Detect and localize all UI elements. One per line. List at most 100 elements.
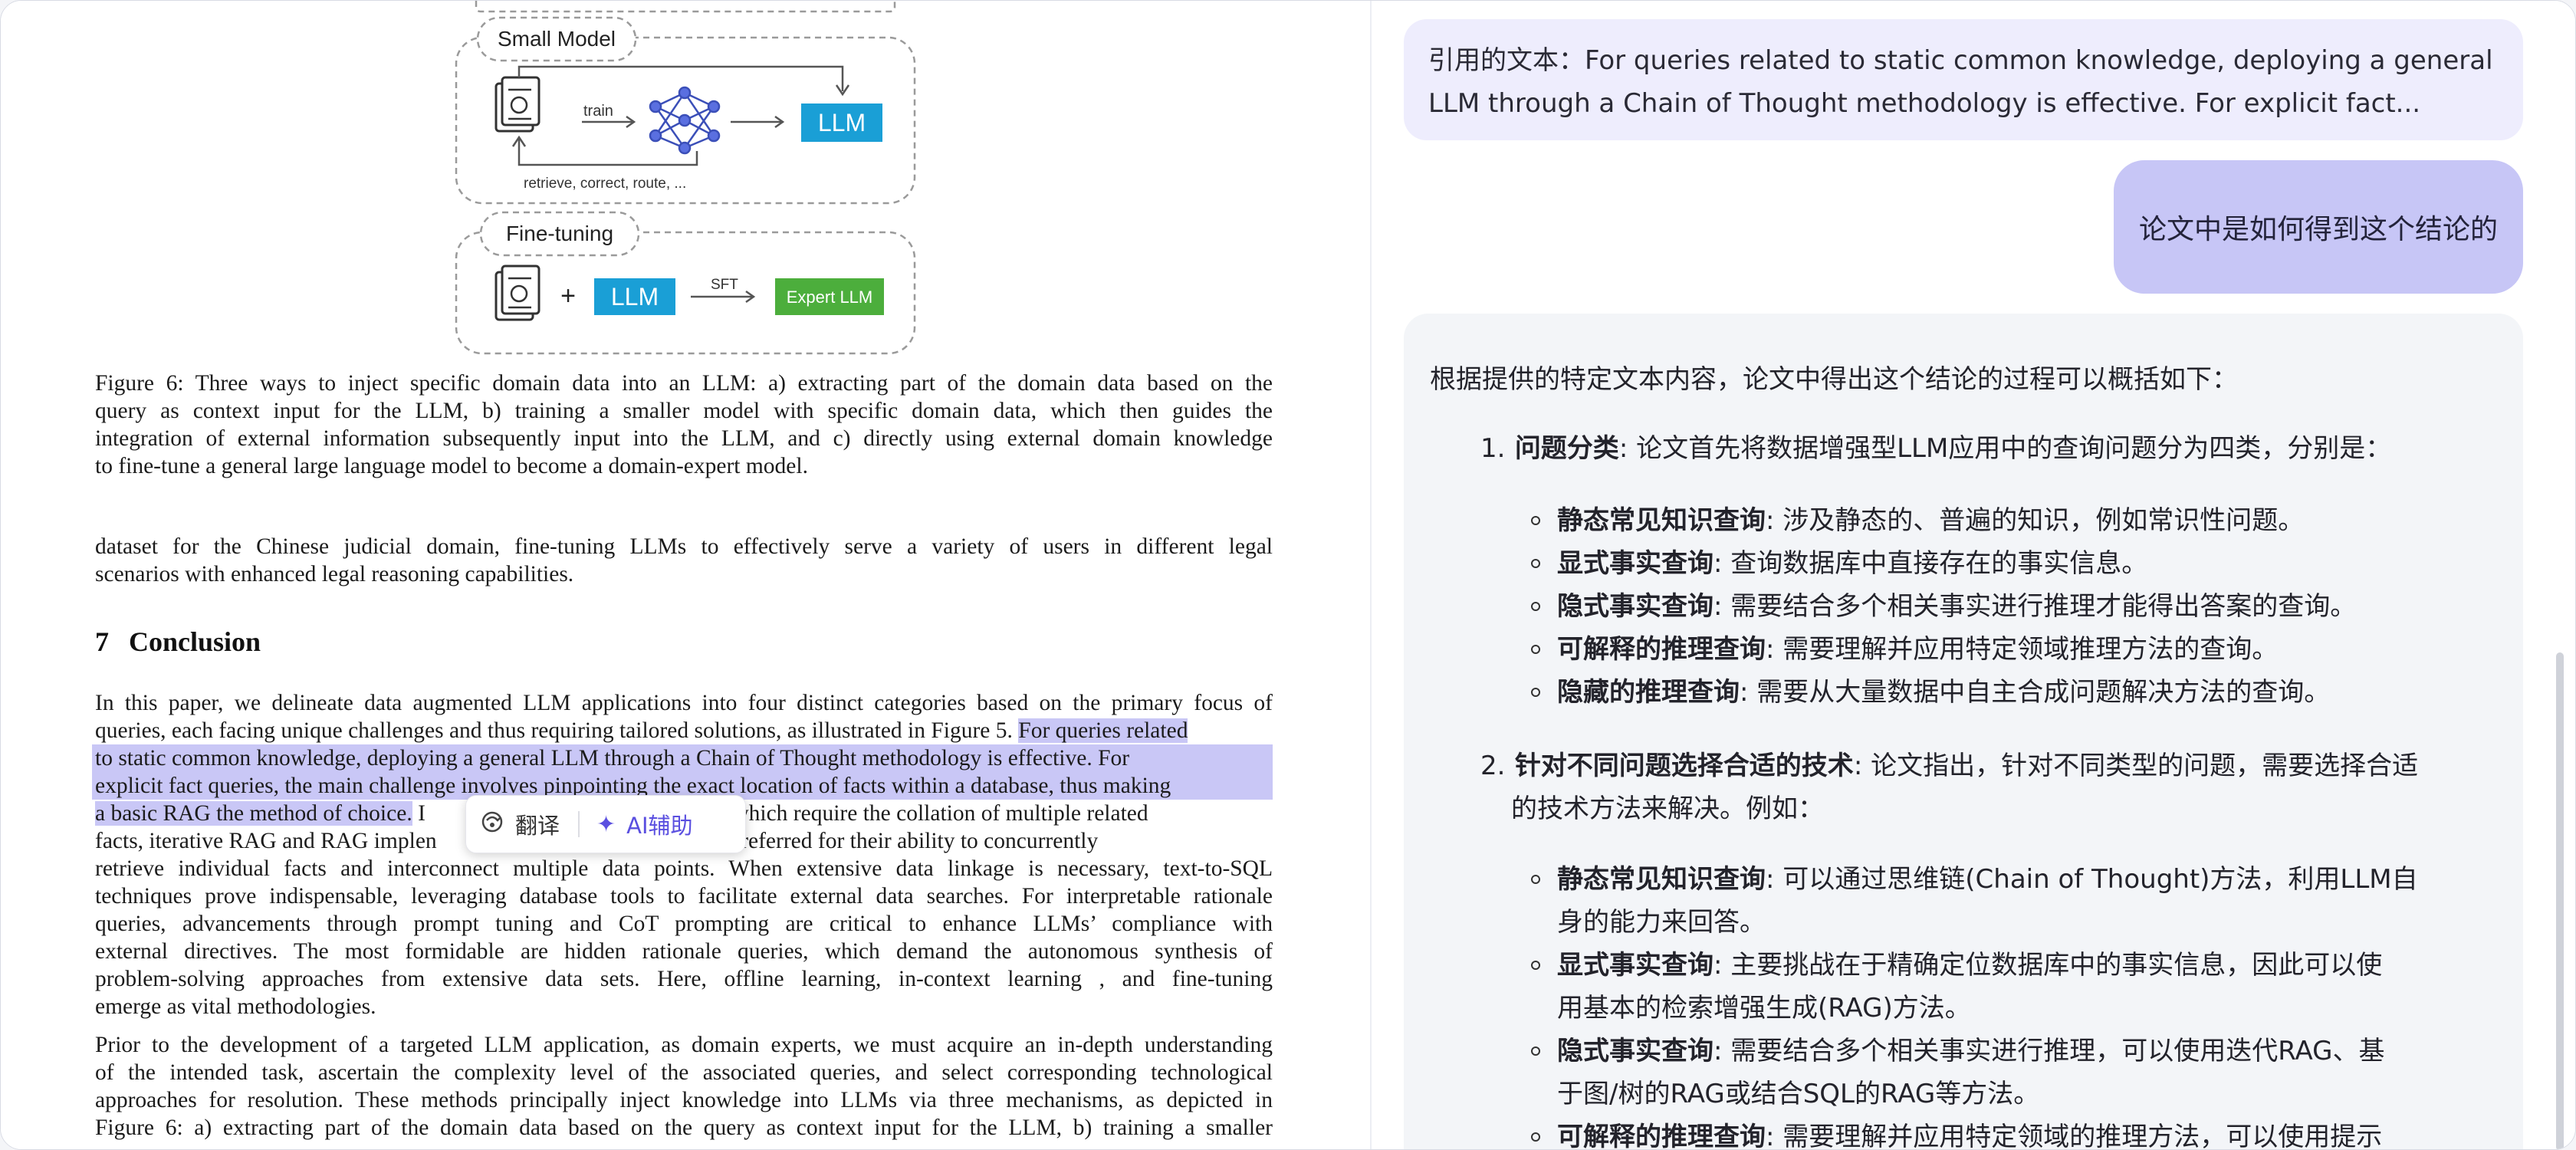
text-line: techniques prove indispensable, leveragi… [95, 884, 1273, 909]
bullet-desc: : 需要从大量数据中自主合成问题解决方法的查询。 [1740, 677, 2331, 708]
list-item: 可解释的推理查询: 需要理解并应用特定领域推理方法的查询。 [1531, 628, 2469, 671]
bullet-desc: : 需要理解并应用特定领域推理方法的查询。 [1766, 634, 2279, 665]
bullet-desc: : 需要结合多个相关事实进行推理才能得出答案的查询。 [1714, 591, 2357, 622]
llm-label-1: LLM [818, 109, 866, 136]
figure-6-svg: Small Model train LLM retrieve, correct,… [455, 1, 916, 355]
section-text: : 论文指出，针对不同类型的问题，需要选择合适 [1853, 751, 2419, 781]
text-span: queries, each facing unique challenges a… [95, 718, 1013, 743]
list-item: 显式事实查询: 查询数据库中直接存在的事实信息。 [1531, 542, 2469, 585]
chat-scrollbar[interactable] [2556, 652, 2564, 1149]
text-line: In this paper, we delineate data augment… [95, 691, 1273, 715]
bullet-desc: : 需要理解并应用特定领域的推理方法，可以使用提示 [1766, 1122, 2383, 1150]
bullet-desc-cont: 身的能力来回答。 [1557, 907, 1766, 938]
sft-label: SFT [711, 277, 738, 293]
text-span: eries, which require the collation of mu… [678, 801, 1148, 826]
bullet-term: 显式事实查询 [1557, 950, 1714, 981]
paragraph-legal: dataset for the Chinese judicial domain,… [95, 533, 1273, 588]
translate-button[interactable]: 翻译 [480, 808, 560, 840]
bullet-desc-cont: 用基本的检索增强生成(RAG)方法。 [1557, 993, 1971, 1024]
selection-toolbar: 翻译 ✦ AI辅助 [465, 795, 746, 853]
figure-6-diagram: Small Model train LLM retrieve, correct,… [453, 1, 918, 355]
list-index: 2. [1480, 751, 1506, 781]
figure-caption: Figure 6: Three ways to inject specific … [95, 370, 1273, 480]
ai-assist-label: AI辅助 [626, 813, 693, 839]
train-label: train [583, 103, 613, 120]
bullet-desc-cont: 于图/树的RAG或结合SQL的RAG等方法。 [1557, 1079, 2040, 1109]
user-message-text: 论文中是如何得到这个结论的 [2138, 214, 2498, 245]
quote-line: 引用的文本：For queries related to static comm… [1428, 45, 2493, 76]
bullet-term: 可解释的推理查询 [1557, 634, 1766, 665]
toolbar-divider [578, 811, 580, 837]
text-line: emerge as vital methodologies. [95, 994, 376, 1019]
list-item: 隐式事实查询: 需要结合多个相关事实进行推理才能得出答案的查询。 [1531, 585, 2469, 628]
bullet-term: 静态常见知识查询 [1557, 505, 1766, 536]
answer-section-1: 1. 问题分类: 论文首先将数据增强型LLM应用中的查询问题分为四类，分别是： [1480, 427, 2469, 470]
selected-text[interactable]: to static common knowledge, deploying a … [92, 744, 1273, 772]
chat-panel: 引用的文本：For queries related to static comm… [1372, 1, 2575, 1150]
document-icon [495, 76, 540, 133]
bullet-desc: : 可以通过思维链(Chain of Thought)方法，利用LLM自 [1766, 864, 2418, 895]
selected-text[interactable]: For queries related [1018, 718, 1188, 743]
list-item: 隐藏的推理查询: 需要从大量数据中自主合成问题解决方法的查询。 [1531, 671, 2469, 714]
text-line: Figure 6: a) extracting part of the doma… [95, 1116, 1273, 1140]
text-span: facts, iterative RAG and RAG implen [95, 829, 437, 853]
paragraph-prior: Prior to the development of a targeted L… [95, 1031, 1273, 1142]
bullet-term: 静态常见知识查询 [1557, 864, 1766, 895]
list-item: 静态常见知识查询: 可以通过思维链(Chain of Thought)方法，利用… [1531, 858, 2469, 944]
text-line: external directives. The most formidable… [95, 939, 1273, 964]
text-line: queries, advancements through prompt tun… [95, 912, 1273, 936]
answer-intro: 根据提供的特定文本内容，论文中得出这个结论的过程可以概括如下： [1430, 364, 2238, 395]
caption-line: integration of external information subs… [95, 426, 1273, 451]
text-span: I [418, 801, 426, 826]
bullet-term: 显式事实查询 [1557, 548, 1714, 579]
section-term: 问题分类 [1514, 433, 1619, 464]
caption-line: to fine-tune a general large language mo… [95, 454, 808, 478]
text-line: retrieve individual facts and interconne… [95, 856, 1273, 881]
list-item: 静态常见知识查询: 涉及静态的、普遍的知识，例如常识性问题。 [1531, 499, 2469, 542]
pdf-viewer[interactable]: Small Model train LLM retrieve, correct,… [1, 1, 1370, 1149]
list-index: 1. [1480, 433, 1506, 464]
plus-label: + [560, 281, 576, 310]
bullet-desc: : 查询数据库中直接存在的事实信息。 [1714, 548, 2148, 579]
caption-line: query as context input for the LLM, b) t… [95, 399, 1273, 423]
translate-icon [480, 810, 504, 840]
text-line: scenarios with enhanced legal reasoning … [95, 562, 574, 586]
quote-line: LLM through a Chain of Thought methodolo… [1428, 88, 2421, 119]
expert-llm-label: Expert LLM [787, 288, 873, 307]
translate-label: 翻译 [515, 813, 560, 839]
text-line: queries, each facing unique challenges a… [95, 717, 1273, 744]
retrieve-label: retrieve, correct, route, ... [524, 176, 686, 192]
user-message-bubble: 论文中是如何得到这个结论的 [2114, 160, 2523, 294]
bullet-term: 隐式事实查询 [1557, 591, 1714, 622]
text-line: problem-solving approaches from extensiv… [95, 967, 1273, 991]
app-window: Small Model train LLM retrieve, correct,… [0, 0, 2576, 1150]
section-text-cont: 的技术方法来解决。例如： [1511, 794, 1824, 824]
section-title: Conclusion [129, 626, 261, 657]
document-icon-2 [495, 264, 540, 321]
section-1-bullets: 静态常见知识查询: 涉及静态的、普遍的知识，例如常识性问题。 显式事实查询: 查… [1531, 499, 2469, 714]
llm-label-2: LLM [611, 283, 659, 310]
bullet-term: 隐藏的推理查询 [1557, 677, 1740, 708]
bullet-desc: : 需要结合多个相关事实进行推理，可以使用迭代RAG、基 [1714, 1036, 2385, 1066]
bullet-term: 可解释的推理查询 [1557, 1122, 1766, 1150]
fine-tuning-label: Fine-tuning [506, 222, 613, 245]
section-2-bullets: 静态常见知识查询: 可以通过思维链(Chain of Thought)方法，利用… [1531, 858, 2469, 1150]
ai-assist-button[interactable]: ✦ AI辅助 [596, 808, 693, 840]
conclusion-paragraph[interactable]: In this paper, we delineate data augment… [92, 689, 1273, 1020]
text-line: Prior to the development of a targeted L… [95, 1033, 1273, 1057]
text-line: approaches for resolution. These methods… [95, 1088, 1273, 1112]
list-item: 显式事实查询: 主要挑战在于精确定位数据库中的事实信息，因此可以使 用基本的检索… [1531, 944, 2469, 1030]
assistant-answer-card: 根据提供的特定文本内容，论文中得出这个结论的过程可以概括如下： 1. 问题分类:… [1404, 314, 2523, 1150]
top-box-edge [475, 1, 896, 13]
small-model-label: Small Model [498, 27, 616, 51]
bullet-desc: : 主要挑战在于精确定位数据库中的事实信息，因此可以使 [1714, 950, 2383, 981]
sparkle-icon: ✦ [596, 810, 616, 838]
text-line: of the intended task, ascertain the comp… [95, 1060, 1273, 1085]
bullet-desc: : 涉及静态的、普遍的知识，例如常识性问题。 [1766, 505, 2305, 536]
caption-line: Figure 6: Three ways to inject specific … [95, 371, 1273, 396]
bullet-term: 隐式事实查询 [1557, 1036, 1714, 1066]
list-item: 隐式事实查询: 需要结合多个相关事实进行推理，可以使用迭代RAG、基 于图/树的… [1531, 1030, 2469, 1116]
selected-text[interactable]: a basic RAG the method of choice. [95, 801, 412, 826]
section-heading: 7 Conclusion [95, 626, 261, 658]
section-term: 针对不同问题选择合适的技术 [1514, 751, 1854, 781]
